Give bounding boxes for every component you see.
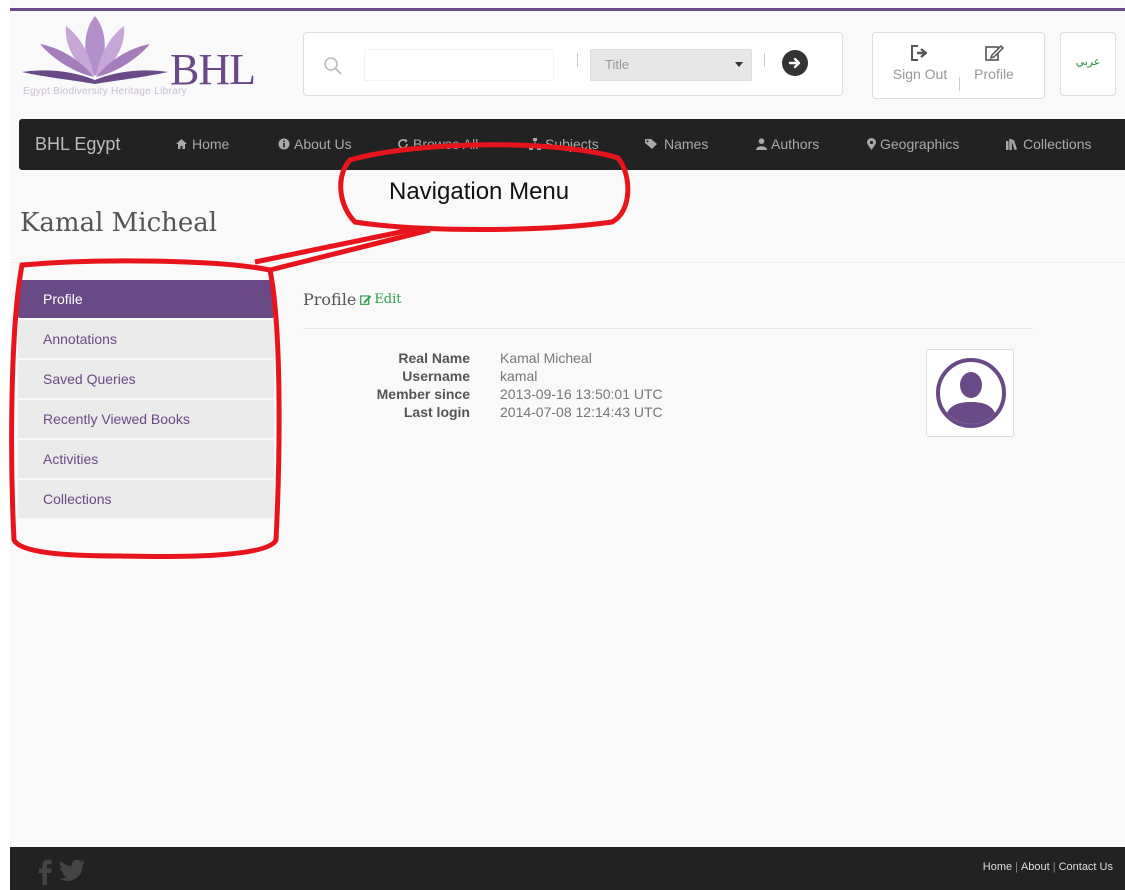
search-box: Title [303,32,843,96]
detail-row-real-name: Real Name Kamal Micheal [340,350,663,368]
language-toggle[interactable]: عربي [1060,32,1116,96]
bhl-logo[interactable]: BHL Egypt Biodiversity Heritage Library [20,14,256,102]
search-type-value: Title [605,57,630,72]
search-type-select[interactable]: Title [590,49,752,81]
sidebar-item-profile[interactable]: Profile [18,280,274,318]
footer-links: Home | About | Contact Us [983,861,1113,873]
nav-item-names[interactable]: Names [645,136,708,152]
nav-item-label: Subjects [545,136,599,152]
home-icon [176,139,187,149]
nav-item-browse-all[interactable]: Browse All [397,136,478,152]
detail-label: Username [402,368,470,384]
caret-down-icon [735,62,743,67]
sidebar-item-activities[interactable]: Activities [18,440,274,478]
edit-icon [360,295,372,305]
top-accent-line [10,8,1125,11]
detail-label: Last login [403,404,470,420]
sign-out-icon [911,45,928,61]
profile-sidebar: Profile Annotations Saved Queries Recent… [18,280,274,520]
nav-item-geographics[interactable]: Geographics [867,136,959,152]
sidebar-item-collections[interactable]: Collections [18,480,274,518]
search-separator [577,53,578,67]
detail-value: 2014-07-08 12:14:43 UTC [500,404,663,420]
avatar [926,349,1014,437]
footer-separator: | [1015,861,1018,873]
footer-separator: | [1052,861,1056,873]
tags-icon [645,139,657,149]
profile-label: Profile [974,66,1014,82]
sign-out-label: Sign Out [892,66,948,82]
footer-link-home[interactable]: Home [983,861,1012,873]
nav-item-label: About Us [294,136,352,152]
refresh-icon [398,139,408,149]
edit-profile-link[interactable]: Edit [360,292,402,307]
nav-item-subjects[interactable]: Subjects [529,136,599,152]
profile-details: Real Name Kamal Micheal Username kamal M… [340,350,663,422]
profile-button[interactable]: Profile [959,43,1029,82]
detail-value: 2013-09-16 13:50:01 UTC [500,386,663,402]
logo-subtitle: Egypt Biodiversity Heritage Library [23,86,187,97]
sign-out-button[interactable]: Sign Out [885,43,955,82]
social-links [38,859,86,885]
nav-item-label: Authors [771,136,820,152]
footer-link-contact-us[interactable]: Contact Us [1059,861,1113,873]
section-divider [303,328,1033,329]
edit-icon [985,44,1005,61]
nav-item-label: Names [664,136,709,152]
title-divider [10,262,1125,263]
nav-item-label: Collections [1023,136,1092,152]
nav-brand[interactable]: BHL Egypt [35,134,120,155]
detail-value: kamal [500,368,538,384]
search-go-button[interactable] [782,50,808,76]
section-title: Profile [303,290,357,309]
nav-item-home[interactable]: Home [175,136,229,152]
detail-label: Member since [376,386,470,402]
arrow-right-icon [788,57,801,69]
navigation-menu: BHL Egypt Home About Us Browse All Subje… [19,119,1125,170]
sitemap-icon [529,138,541,150]
nav-item-label: Browse All [413,136,479,152]
user-actions: Sign Out Profile [872,32,1045,99]
profile-section-header: Profile Edit [303,290,402,309]
search-icon [324,57,342,75]
detail-row-member-since: Member since 2013-09-16 13:50:01 UTC [340,386,663,404]
detail-row-username: Username kamal [340,368,663,386]
user-icon [756,138,767,150]
nav-item-about-us[interactable]: About Us [278,136,352,152]
sidebar-item-annotations[interactable]: Annotations [18,320,274,358]
sidebar-item-saved-queries[interactable]: Saved Queries [18,360,274,398]
user-avatar-icon [936,358,1006,428]
detail-value: Kamal Micheal [500,350,592,366]
info-icon [278,138,290,150]
detail-label: Real Name [398,350,470,366]
map-marker-icon [867,138,876,150]
footer: Home | About | Contact Us [10,847,1125,890]
edit-label: Edit [374,292,402,307]
detail-row-last-login: Last login 2014-07-08 12:14:43 UTC [340,404,663,422]
footer-link-about[interactable]: About [1021,861,1050,873]
nav-item-label: Geographics [880,136,960,152]
sidebar-item-recently-viewed-books[interactable]: Recently Viewed Books [18,400,274,438]
nav-item-collections[interactable]: Collections [1006,136,1091,152]
facebook-icon[interactable] [38,859,52,885]
search-input[interactable] [364,49,554,81]
lotus-logo-icon [22,16,168,84]
twitter-icon[interactable] [60,859,86,881]
nav-item-authors[interactable]: Authors [756,136,819,152]
nav-item-label: Home [192,136,230,152]
annotation-label: Navigation Menu [389,178,570,205]
page-title: Kamal Micheal [20,208,218,238]
books-icon [1006,139,1017,150]
search-separator [764,53,765,67]
